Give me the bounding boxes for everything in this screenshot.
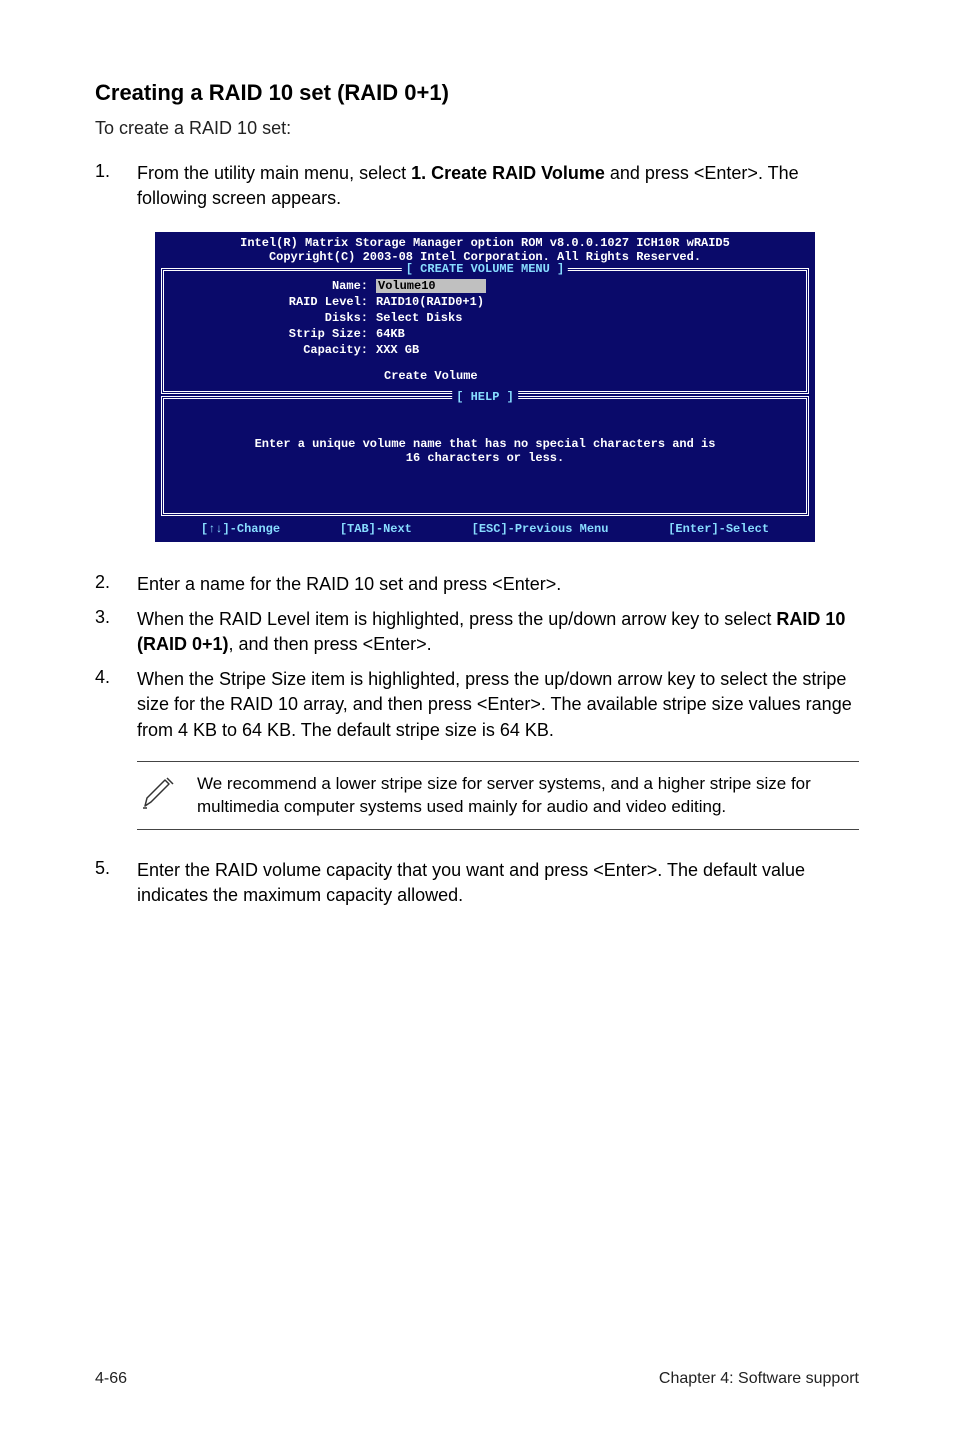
raid-level-label: RAID Level: <box>176 295 376 309</box>
step-text: From the utility main menu, select 1. Cr… <box>137 161 859 211</box>
disks-label: Disks: <box>176 311 376 325</box>
note-pencil-icon <box>137 772 181 812</box>
step-text: When the RAID Level item is highlighted,… <box>137 607 859 657</box>
capacity-label: Capacity: <box>176 343 376 357</box>
step1-bold: 1. Create RAID Volume <box>411 163 605 183</box>
note-text: We recommend a lower stripe size for ser… <box>197 772 859 820</box>
name-value: Volume10 <box>376 279 486 293</box>
help-frame: [ HELP ] Enter a unique volume name that… <box>161 396 809 516</box>
step-text: Enter a name for the RAID 10 set and pre… <box>137 572 561 597</box>
create-volume-frame: [ CREATE VOLUME MENU ] Name: Volume10 RA… <box>161 268 809 394</box>
create-volume-legend: [ CREATE VOLUME MENU ] <box>402 262 568 276</box>
footer-select: [Enter]-Select <box>668 522 769 536</box>
capacity-value[interactable]: XXX GB <box>376 343 794 357</box>
step3-prefix: When the RAID Level item is highlighted,… <box>137 609 776 629</box>
page-footer: 4-66 Chapter 4: Software support <box>95 1370 859 1388</box>
step-text: When the Stripe Size item is highlighted… <box>137 667 859 743</box>
raid-level-value[interactable]: RAID10(RAID0+1) <box>376 295 794 309</box>
step1-prefix: From the utility main menu, select <box>137 163 411 183</box>
footer-next: [TAB]-Next <box>340 522 412 536</box>
help-legend: [ HELP ] <box>452 390 518 404</box>
strip-size-label: Strip Size: <box>176 327 376 341</box>
chapter-title: Chapter 4: Software support <box>659 1370 859 1388</box>
intro-text: To create a RAID 10 set: <box>95 116 859 141</box>
step-number: 1. <box>95 161 137 211</box>
help-line2: 16 characters or less. <box>176 451 794 465</box>
footer-change: [↑↓]-Change <box>201 522 280 536</box>
step3-suffix: , and then press <Enter>. <box>229 634 432 654</box>
page-number: 4-66 <box>95 1370 127 1388</box>
strip-size-value[interactable]: 64KB <box>376 327 794 341</box>
help-line1: Enter a unique volume name that has no s… <box>176 437 794 451</box>
step-number: 4. <box>95 667 137 743</box>
bios-footer: [↑↓]-Change [TAB]-Next [ESC]-Previous Me… <box>161 518 809 542</box>
disks-value[interactable]: Select Disks <box>376 311 794 325</box>
step-number: 2. <box>95 572 137 597</box>
page-heading: Creating a RAID 10 set (RAID 0+1) <box>95 80 859 106</box>
create-volume-action[interactable]: Create Volume <box>384 369 794 383</box>
step-text: Enter the RAID volume capacity that you … <box>137 858 859 908</box>
note-box: We recommend a lower stripe size for ser… <box>137 761 859 831</box>
bios-title: Intel(R) Matrix Storage Manager option R… <box>161 236 809 250</box>
step-number: 5. <box>95 858 137 908</box>
bios-screenshot: Intel(R) Matrix Storage Manager option R… <box>155 232 815 542</box>
footer-prev: [ESC]-Previous Menu <box>472 522 609 536</box>
name-label: Name: <box>176 279 376 293</box>
name-field[interactable]: Volume10 <box>376 279 794 293</box>
step-number: 3. <box>95 607 137 657</box>
